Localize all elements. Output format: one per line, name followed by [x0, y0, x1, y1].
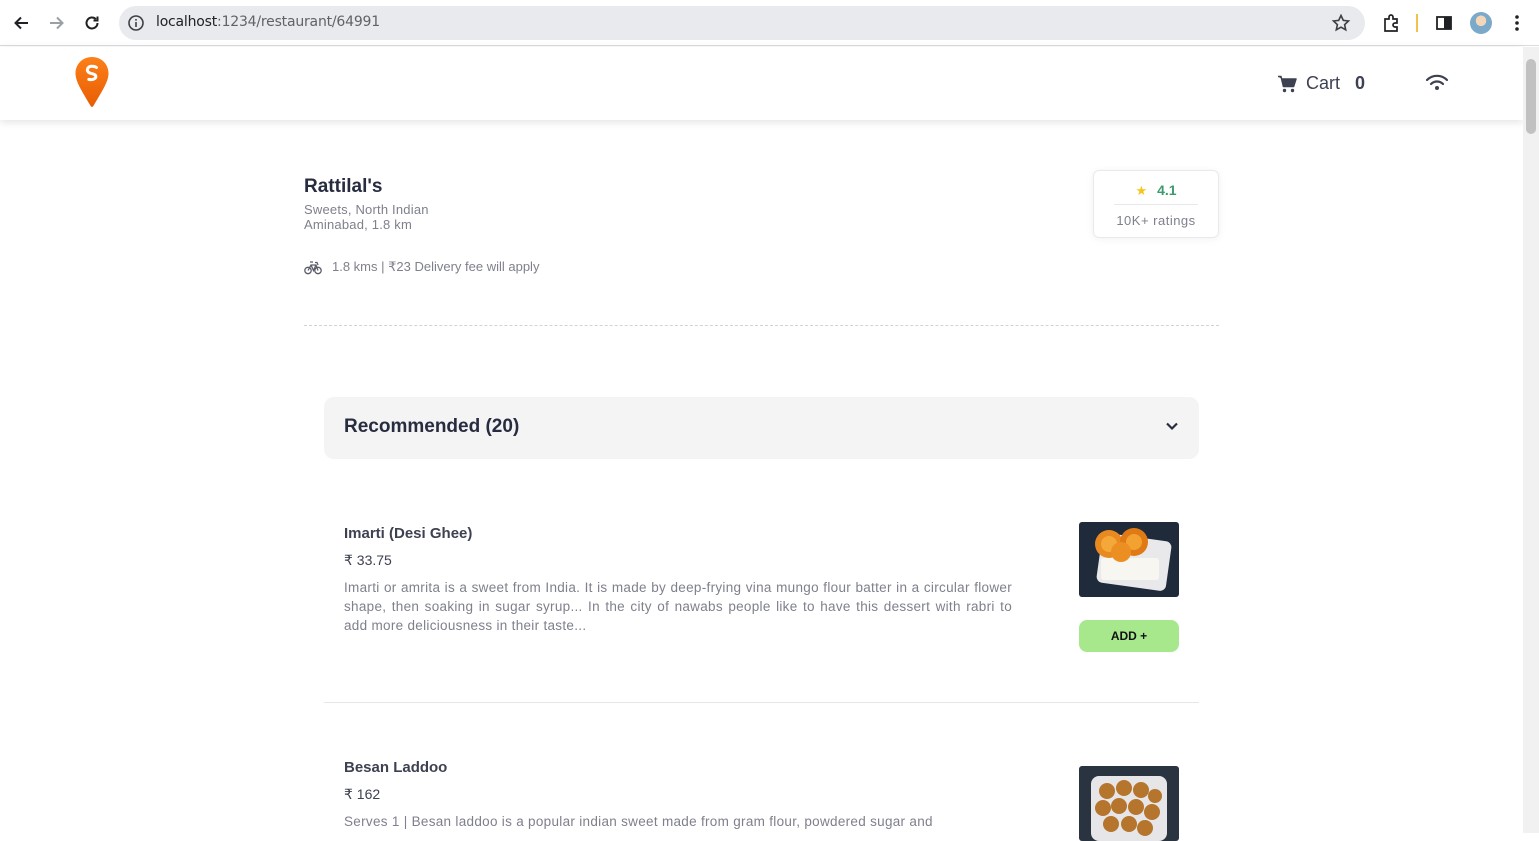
restaurant-name: Rattilal's — [304, 176, 383, 197]
site-info-icon[interactable] — [127, 14, 145, 32]
chevron-down-icon[interactable] — [1165, 419, 1179, 433]
forward-arrow-icon[interactable] — [45, 11, 69, 35]
url-host: localhost — [156, 14, 218, 30]
side-panel-icon[interactable] — [1432, 11, 1456, 35]
address-bar[interactable]: localhost:1234/restaurant/64991 — [119, 6, 1365, 40]
bookmark-star-icon[interactable] — [1331, 13, 1351, 33]
menu-item: Besan Laddoo ₹ 162 Serves 1 | Besan ladd… — [324, 759, 1199, 841]
item-price: ₹ 162 — [344, 786, 381, 802]
wifi-status-icon — [1425, 73, 1449, 93]
extensions-puzzle-icon[interactable] — [1379, 11, 1403, 35]
profile-avatar[interactable] — [1470, 12, 1492, 34]
delivery-info: 1.8 kms | ₹23 Delivery fee will apply — [304, 259, 539, 275]
item-name: Imarti (Desi Ghee) — [344, 525, 473, 542]
cart-icon — [1278, 75, 1297, 92]
menu-item: Imarti (Desi Ghee) ₹ 33.75 Imarti or amr… — [324, 522, 1199, 685]
rating-value: 4.1 — [1157, 182, 1177, 198]
scrollbar-thumb[interactable] — [1526, 59, 1536, 134]
rating-count: 10K+ ratings — [1116, 213, 1196, 228]
rating-value-row: ★ 4.1 — [1094, 182, 1218, 199]
cart-button[interactable]: Cart 0 — [1277, 73, 1365, 94]
restaurant-cuisines: Sweets, North Indian — [304, 202, 429, 217]
add-to-cart-button[interactable]: ADD + — [1079, 620, 1179, 652]
cart-count: 0 — [1355, 73, 1366, 93]
browser-toolbar: localhost:1234/restaurant/64991 — [0, 0, 1539, 46]
item-name: Besan Laddoo — [344, 759, 448, 776]
category-accordion-recommended[interactable]: Recommended (20) — [324, 397, 1199, 459]
item-divider — [324, 702, 1199, 703]
url-path: :1234/restaurant/64991 — [217, 14, 380, 30]
cart-label: Cart — [1306, 73, 1341, 93]
rating-divider — [1114, 204, 1198, 205]
info-divider — [304, 325, 1219, 326]
category-title: Recommended (20) — [344, 416, 520, 437]
item-description: Serves 1 | Besan laddoo is a popular ind… — [344, 814, 933, 829]
toolbar-separator — [1416, 14, 1418, 32]
bicycle-icon — [304, 261, 322, 275]
app-header: Cart 0 — [0, 47, 1523, 120]
star-icon: ★ — [1135, 183, 1148, 198]
rating-card: ★ 4.1 10K+ ratings — [1093, 170, 1219, 238]
url-text[interactable]: localhost:1234/restaurant/64991 — [156, 14, 380, 30]
item-image — [1079, 766, 1179, 841]
item-image — [1079, 522, 1179, 597]
item-description: Imarti or amrita is a sweet from India. … — [344, 580, 1012, 633]
item-price: ₹ 33.75 — [344, 552, 392, 568]
chrome-menu-icon[interactable] — [1505, 11, 1529, 35]
restaurant-area: Aminabad, 1.8 km — [304, 217, 412, 232]
page-scrollbar[interactable] — [1523, 47, 1539, 833]
delivery-info-text: 1.8 kms | ₹23 Delivery fee will apply — [332, 259, 540, 274]
swiggy-logo-icon[interactable] — [74, 56, 110, 108]
back-arrow-icon[interactable] — [9, 11, 33, 35]
reload-icon[interactable] — [80, 11, 104, 35]
